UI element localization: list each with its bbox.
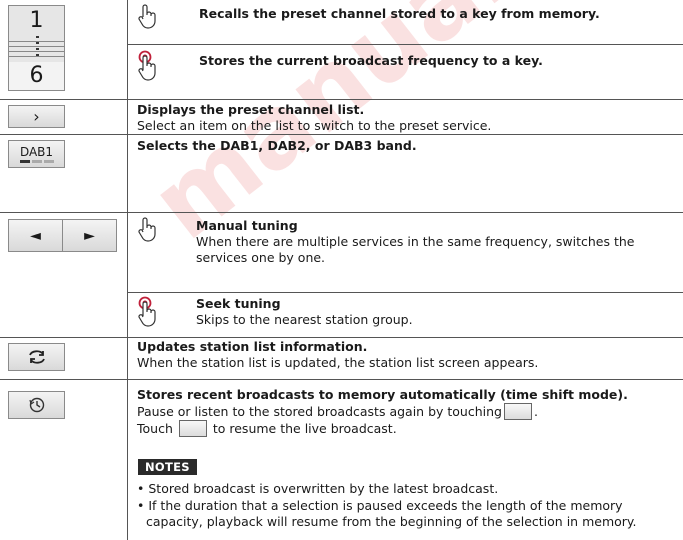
seek-tuning-title: Seek tuning [196, 296, 281, 311]
note-item: • Stored broadcast is overwritten by the… [137, 481, 498, 497]
tune-up-button[interactable]: ► [63, 220, 116, 251]
time-shift-desc-text: Pause or listen to the stored broadcasts… [137, 404, 502, 419]
notes-label: NOTES [138, 459, 197, 475]
refresh-icon [28, 350, 45, 364]
note-text: Stored broadcast is overwritten by the l… [148, 481, 499, 496]
preset-key-top-digit: 1 [29, 8, 44, 33]
left-arrow-icon: ◄ [30, 227, 41, 244]
note-item: • If the duration that a selection is pa… [137, 498, 623, 514]
preset-list-button[interactable]: › [8, 105, 65, 128]
sub-row-divider [127, 292, 683, 293]
resume-text: to resume the live broadcast. [212, 421, 397, 436]
tap-hand-icon [138, 217, 156, 242]
row-divider [0, 212, 683, 213]
hold-hand-icon [138, 50, 156, 81]
touch-text: Touch [137, 421, 173, 436]
period: . [533, 404, 538, 419]
row-divider [0, 337, 683, 338]
row-divider [0, 99, 683, 100]
preset-key-dots [36, 36, 39, 60]
preset-list-desc: Select an item on the list to switch to … [137, 118, 492, 133]
update-desc: When the station list is updated, the st… [137, 355, 539, 370]
tune-down-button[interactable]: ◄ [9, 220, 63, 251]
store-preset-text: Stores the current broadcast frequency t… [199, 53, 543, 68]
update-title: Updates station list information. [137, 339, 368, 354]
manual-tuning-desc-cont: services one by one. [196, 250, 326, 265]
time-shift-desc: Pause or listen to the stored broadcasts… [137, 403, 538, 421]
band-indicator [19, 159, 54, 163]
manual-tuning-title: Manual tuning [196, 218, 298, 233]
hold-hand-icon [138, 296, 156, 327]
band-button-label: DAB1 [19, 144, 54, 159]
column-divider [127, 0, 128, 540]
row-divider [0, 134, 683, 135]
update-list-button[interactable] [8, 343, 65, 371]
recall-preset-text: Recalls the preset channel stored to a k… [199, 6, 600, 21]
sub-row-divider [127, 44, 683, 45]
preset-key-icon: 1 6 [8, 5, 65, 91]
bullet: • [137, 481, 149, 496]
preset-list-title: Displays the preset channel list. [137, 102, 365, 117]
time-shift-inline-icon [178, 420, 207, 437]
time-shift-button[interactable] [8, 391, 65, 419]
bullet: • [137, 498, 149, 513]
note-text: If the duration that a selection is paus… [148, 498, 623, 513]
right-arrow-icon: ► [84, 227, 95, 244]
time-shift-inline-icon [503, 403, 532, 420]
tap-hand-icon [138, 4, 156, 29]
note-item-cont: capacity, playback will resume from the … [146, 514, 637, 529]
preset-key-bottom-digit: 6 [9, 62, 64, 90]
time-shift-title: Stores recent broadcasts to memory autom… [137, 387, 628, 402]
chevron-right-icon: › [33, 106, 40, 126]
band-button[interactable]: DAB1 [8, 140, 65, 168]
time-shift-resume: Touch to resume the live broadcast. [137, 420, 397, 438]
band-title: Selects the DAB1, DAB2, or DAB3 band. [137, 138, 417, 153]
seek-tuning-desc: Skips to the nearest station group. [196, 312, 413, 327]
manual-tuning-desc: When there are multiple services in the … [196, 234, 635, 249]
row-divider [0, 379, 683, 380]
time-shift-icon [28, 397, 44, 413]
tuning-buttons: ◄ ► [8, 219, 117, 252]
